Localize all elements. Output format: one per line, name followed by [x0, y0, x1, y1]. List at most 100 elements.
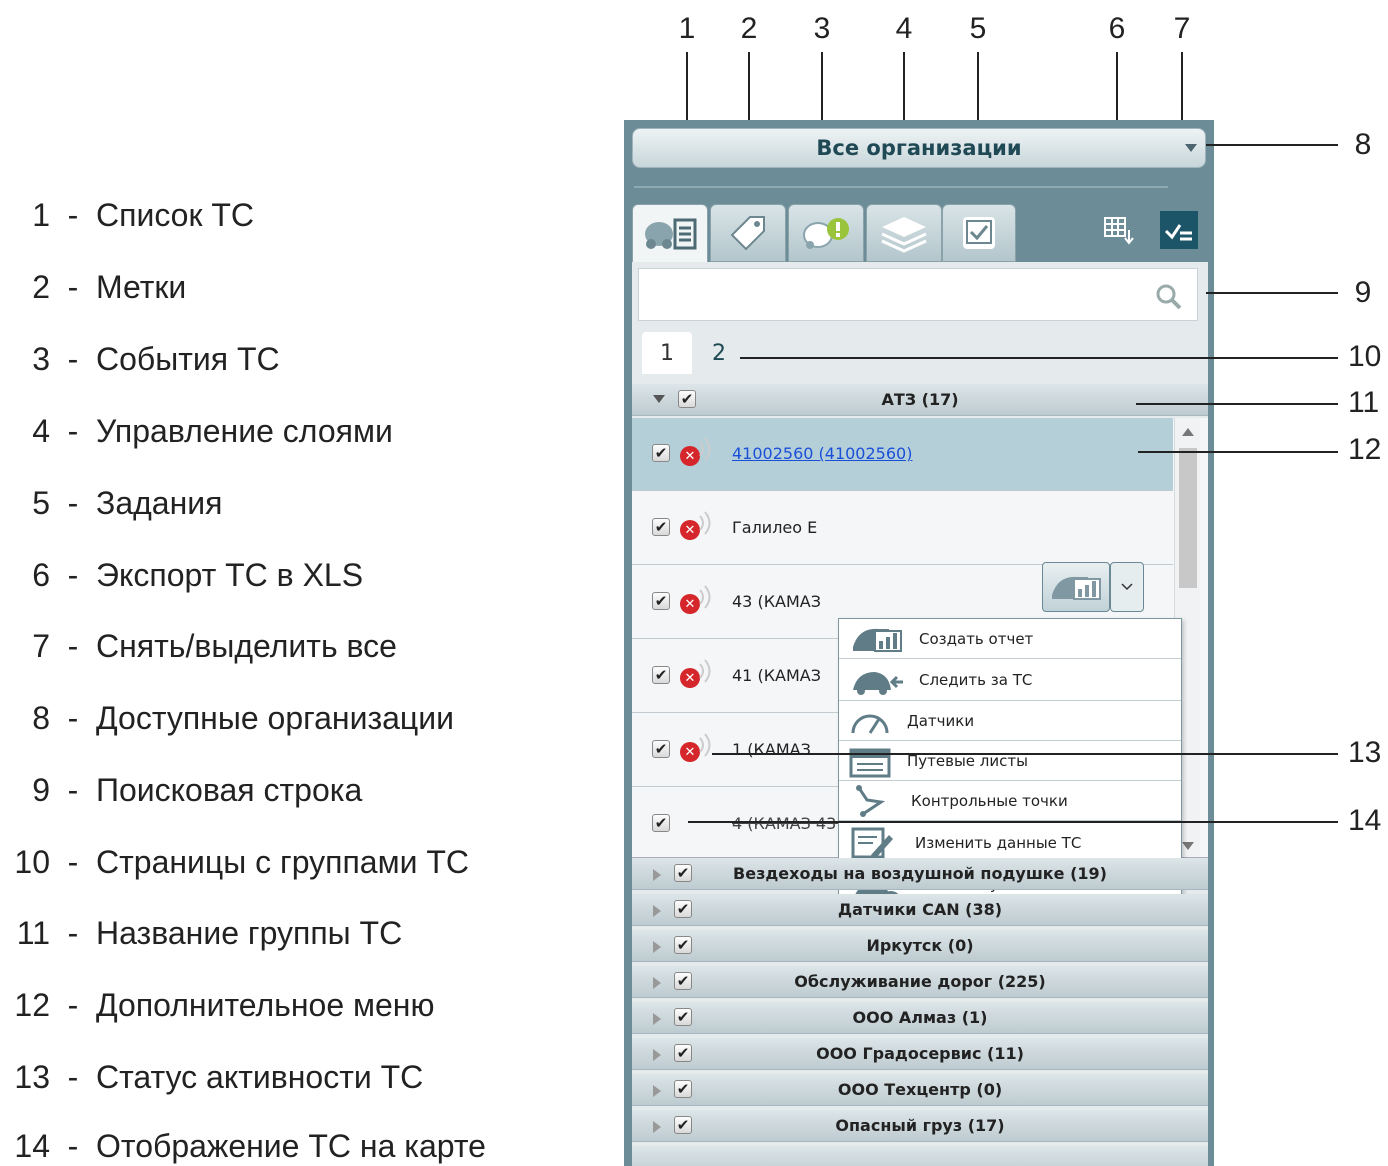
callout-number: 14 — [1348, 804, 1382, 837]
group-header[interactable]: ✔ Обслуживание дорог (225) — [632, 966, 1208, 998]
menu-item-sensors[interactable]: Датчики — [839, 701, 1181, 741]
edit-icon — [851, 827, 893, 859]
legend-text: Отображение ТС на карте — [96, 1127, 486, 1164]
legend-item: 14- Отображение ТС на карте — [0, 1126, 486, 1166]
menu-item-track-vehicle[interactable]: Следить за ТС — [839, 659, 1181, 701]
legend-dash: - — [67, 699, 79, 736]
tab-layers[interactable] — [866, 204, 942, 262]
scroll-up-icon[interactable] — [1182, 428, 1194, 436]
legend-item: 4- Управление слоями — [0, 411, 393, 451]
group-header-partial[interactable] — [632, 1146, 1208, 1166]
legend-number: 14 — [14, 1127, 50, 1164]
group-header[interactable]: ✔ ООО Алмаз (1) — [632, 1002, 1208, 1034]
more-menu-toggle[interactable] — [1110, 562, 1144, 612]
organization-select[interactable]: Все организации — [632, 128, 1206, 168]
legend-dash: - — [67, 340, 79, 377]
vehicle-row[interactable]: ✔ ✕ 41002560 (41002560) — [632, 418, 1173, 491]
group-title: Обслуживание дорог (225) — [794, 972, 1046, 991]
vehicle-checkbox[interactable]: ✔ — [652, 518, 670, 536]
divider — [634, 186, 1168, 188]
vehicle-checkbox[interactable]: ✔ — [652, 740, 670, 758]
search-icon[interactable] — [1155, 283, 1183, 311]
vehicle-name[interactable]: 1 (КАМАЗ — [732, 740, 811, 759]
vehicle-checkbox[interactable]: ✔ — [652, 666, 670, 684]
group-checkbox[interactable]: ✔ — [678, 390, 696, 408]
create-report-button[interactable] — [1042, 562, 1110, 612]
group-header[interactable]: ✔ ООО Техцентр (0) — [632, 1074, 1208, 1106]
menu-item-create-report[interactable]: Создать отчет — [839, 619, 1181, 659]
group-header[interactable]: ✔ Иркутск (0) — [632, 930, 1208, 962]
legend: 1- Список ТС 2- Метки 3- События ТС 4- Управ… — [0, 0, 600, 1166]
menu-item-label: Контрольные точки — [911, 791, 1068, 810]
page-tab-1[interactable]: 1 — [642, 332, 692, 374]
tab-tasks[interactable] — [942, 204, 1016, 262]
group-header[interactable]: ✔ ООО Градосервис (11) — [632, 1038, 1208, 1070]
waybill-icon — [849, 748, 891, 777]
callout-number: 5 — [969, 12, 987, 45]
group-header[interactable]: ✔ Опасный груз (17) — [632, 1110, 1208, 1142]
group-checkbox[interactable]: ✔ — [674, 1044, 692, 1062]
scrollbar-thumb[interactable] — [1179, 448, 1197, 588]
legend-dash: - — [67, 196, 79, 233]
group-header[interactable]: ✔ Вездеходы на воздушной подушке (19) — [632, 858, 1208, 890]
search-input[interactable] — [638, 268, 1198, 321]
group-header[interactable]: ✔ Датчики CAN (38) — [632, 894, 1208, 926]
group-checkbox[interactable]: ✔ — [674, 864, 692, 882]
callout-number: 1 — [678, 12, 696, 45]
group-checkbox[interactable]: ✔ — [674, 936, 692, 954]
group-checkbox[interactable]: ✔ — [674, 1116, 692, 1134]
vehicle-name[interactable]: Галилео Е — [732, 518, 817, 537]
legend-dash: - — [67, 771, 79, 808]
group-checkbox[interactable]: ✔ — [674, 972, 692, 990]
vehicle-row[interactable]: ✔ ✕ Галилео Е — [632, 492, 1173, 565]
legend-dash: - — [67, 556, 79, 593]
group-title: Опасный груз (17) — [835, 1116, 1005, 1135]
legend-text: Название группы ТС — [96, 914, 403, 951]
triangle-right-icon — [653, 977, 661, 989]
group-header[interactable]: ✔ АТЗ (17) — [632, 384, 1208, 416]
legend-item: 2- Метки — [0, 267, 186, 307]
vehicle-panel: Все организации 1 2 ✔ АТЗ (17) ✔ ✕ 41002… — [624, 120, 1214, 1166]
tag-icon — [730, 216, 765, 251]
legend-item: 6- Экспорт ТС в XLS — [0, 555, 363, 595]
select-all-button[interactable] — [1159, 210, 1199, 250]
report-icon — [853, 628, 902, 652]
layers-icon — [881, 217, 927, 253]
group-checkbox[interactable]: ✔ — [674, 900, 692, 918]
vehicle-checkbox[interactable]: ✔ — [652, 592, 670, 610]
menu-item-waybills[interactable]: Путевые листы — [839, 741, 1181, 781]
export-xls-button[interactable] — [1099, 210, 1139, 250]
callout-line — [740, 357, 1338, 359]
vehicle-name[interactable]: 41 (КАМАЗ — [732, 666, 821, 685]
gauge-icon — [851, 714, 889, 734]
signal-icon — [699, 733, 711, 757]
legend-number: 10 — [14, 843, 50, 880]
triangle-right-icon — [653, 1085, 661, 1097]
legend-item: 7- Снять/выделить все — [0, 626, 397, 666]
menu-item-checkpoints[interactable]: Контрольные точки — [839, 781, 1181, 821]
tab-tags[interactable] — [710, 204, 786, 262]
callout-number: 7 — [1173, 12, 1191, 45]
vehicle-checkbox[interactable]: ✔ — [652, 814, 670, 832]
callout-number: 10 — [1348, 340, 1382, 373]
group-checkbox[interactable]: ✔ — [674, 1080, 692, 1098]
page-tab-2[interactable]: 2 — [694, 332, 744, 374]
group-title: АТЗ (17) — [881, 390, 959, 409]
vehicle-events-icon — [803, 218, 849, 249]
legend-number: 5 — [32, 484, 50, 521]
checkpoint-icon — [856, 784, 886, 817]
tab-vehicle-list[interactable] — [632, 204, 708, 264]
legend-item: 11- Название группы ТС — [0, 913, 402, 953]
scroll-down-icon[interactable] — [1182, 842, 1194, 850]
legend-item: 13- Статус активности ТС — [0, 1057, 423, 1097]
triangle-right-icon — [653, 1013, 661, 1025]
legend-text: Метки — [96, 268, 187, 305]
vehicle-name[interactable]: 43 (КАМАЗ — [732, 592, 821, 611]
organization-select-label: Все организации — [816, 136, 1022, 160]
callout-number: 3 — [813, 12, 831, 45]
vehicle-name[interactable]: 41002560 (41002560) — [732, 444, 912, 463]
tab-vehicle-events[interactable] — [788, 204, 864, 262]
legend-number: 4 — [32, 412, 50, 449]
group-checkbox[interactable]: ✔ — [674, 1008, 692, 1026]
vehicle-checkbox[interactable]: ✔ — [652, 444, 670, 462]
